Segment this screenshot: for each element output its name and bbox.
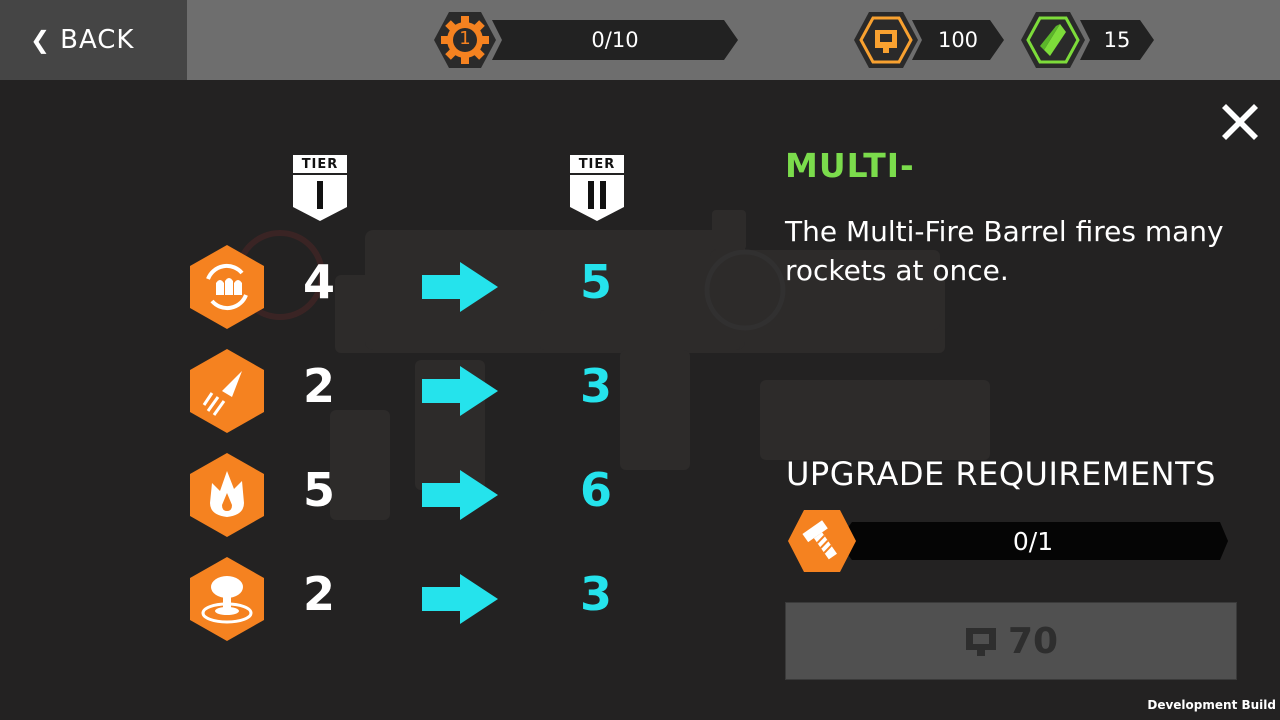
item-description: The Multi-Fire Barrel fires many rockets… [785,215,1224,287]
development-build-label: Development Build [1147,698,1276,712]
fire-damage-icon [190,453,264,537]
level-number: 1 [459,28,471,49]
arrow-right-icon [422,366,498,416]
gem-amount: 15 [1103,28,1131,52]
back-button[interactable]: ❮ BACK [0,0,187,80]
tier-from-badge: TIER [293,155,347,223]
requirements-title: UPGRADE REQUIREMENTS [786,455,1216,493]
arrow-right-icon [422,574,498,624]
arrow-right-icon [422,262,498,312]
requirement-progress-bar: 0/1 [838,522,1228,560]
upgrade-price: 70 [1007,620,1059,662]
level-progress-text: 0/10 [591,28,639,52]
item-title: MULTI- [785,146,915,185]
gold-amount: 100 [937,28,979,52]
close-icon[interactable] [1216,98,1264,146]
green-crystal-icon [1021,12,1085,68]
bolt-part-icon [788,510,856,572]
tier-to-label: TIER [578,157,616,172]
gem-amount-bar: 15 [1080,20,1154,60]
arrow-right-icon [422,470,498,520]
chip-currency-icon [965,628,996,656]
upgrade-purchase-button[interactable]: 70 [785,602,1237,680]
top-bar: ❮ BACK 1 0/10 100 15 [0,0,1280,80]
back-label: BACK [60,25,135,55]
stat-old-value: 4 [302,255,335,309]
gold-amount-bar: 100 [912,20,1004,60]
chip-currency-icon [854,12,918,68]
stat-new-value: 3 [579,359,612,413]
stat-new-value: 5 [579,255,612,309]
stat-new-value: 3 [579,567,612,621]
stat-old-value: 2 [302,359,335,413]
stat-old-value: 2 [302,567,335,621]
level-progress-bar: 0/10 [492,20,738,60]
explosion-radius-icon [190,557,264,641]
stat-old-value: 5 [302,463,335,517]
rocket-speed-icon [190,349,264,433]
tier-from-label: TIER [301,157,339,172]
chevron-left-icon: ❮ [30,26,51,54]
requirement-progress-text: 0/1 [1012,526,1054,556]
stat-new-value: 6 [579,463,612,517]
multi-rocket-icon [190,245,264,329]
tier-to-badge: TIER [570,155,624,223]
